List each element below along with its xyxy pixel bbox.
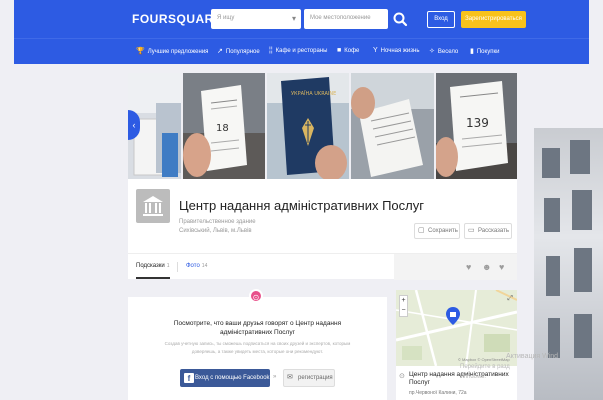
trending-icon: ↗ <box>217 48 223 55</box>
save-label: Сохранить <box>428 228 458 234</box>
search-icon <box>393 12 408 27</box>
venue-tabs: Подсказки 1 Фото 14 ♥ ☻ ♥ <box>128 253 517 280</box>
fork-knife-icon: ¦¦ <box>269 47 273 54</box>
nav-label: Популярное <box>225 49 260 55</box>
search-button[interactable] <box>390 9 410 29</box>
search-input[interactable]: Я ищу ▾ <box>211 9 301 29</box>
expand-map-icon[interactable]: ⤢ <box>507 295 513 303</box>
map-street: пр.Червоної Калини, 72а <box>409 390 467 396</box>
map-zoom-controls[interactable]: + − <box>399 295 408 317</box>
tab-divider <box>177 262 178 272</box>
fun-icon: ✧ <box>429 48 435 55</box>
tab-photos[interactable]: Фото 14 <box>186 263 207 269</box>
venue-category[interactable]: Правительственное здание <box>179 219 256 225</box>
venue-location[interactable]: Сихівський, Львів, м.Львів <box>179 228 252 234</box>
zoom-out-button[interactable]: − <box>400 306 407 316</box>
facebook-login-button[interactable]: f Вход с помощью Facebook <box>180 369 270 387</box>
nav-item-fun[interactable]: ✧ Весело <box>429 47 458 55</box>
friends-title: Посмотрите, что ваши друзья говорят о Це… <box>173 320 342 336</box>
or-separator: » <box>273 374 277 380</box>
friends-description: Создав учетную запись, ты сможешь подпис… <box>164 341 351 354</box>
mail-icon: ✉ <box>287 374 293 381</box>
star-icon: 🏆 <box>136 48 145 55</box>
nav-item-shopping[interactable]: ▮ Покупки <box>470 47 499 55</box>
facebook-icon: f <box>184 373 194 383</box>
nav-item-popular[interactable]: ↗ Популярное <box>217 47 260 55</box>
register-button[interactable]: ✉ регистрация <box>283 369 335 387</box>
top-bar: FOURSQUARE Я ищу ▾ Мое местоположение Вх… <box>14 0 589 38</box>
cocktail-icon: Y <box>373 47 378 54</box>
rating-actions: ♥ ☻ ♥ <box>394 254 517 280</box>
government-building-icon <box>136 189 170 223</box>
nav-item-coffee[interactable]: ■ Кофе <box>337 47 359 54</box>
pin-badge-icon: ⊙ <box>249 289 263 303</box>
watermark-line: Перейдите в разд <box>460 364 510 370</box>
nav-item-nightlife[interactable]: Y Ночная жизнь <box>373 47 419 54</box>
share-button[interactable]: ▭ Рассказать <box>464 223 512 239</box>
watermark-line: Windows. <box>460 374 487 380</box>
tab-active-indicator <box>136 277 170 279</box>
search-placeholder: Я ищу <box>217 15 235 21</box>
ticket-number: 139 <box>466 116 489 130</box>
photo-tile[interactable]: УКРАЇНА UKRAINE <box>267 73 349 179</box>
tab-photos-label: Фото <box>186 263 200 269</box>
login-button[interactable]: Вход <box>427 11 455 28</box>
watermark-line: Активация Wind <box>506 353 559 360</box>
photo-tile[interactable]: 18 <box>183 73 265 179</box>
foursquare-logo[interactable]: FOURSQUARE <box>132 12 222 26</box>
nav-label: Кафе и рестораны <box>275 48 328 54</box>
shopping-bag-icon: ▮ <box>470 48 474 55</box>
share-icon: ▭ <box>468 227 475 234</box>
save-button[interactable]: ▢ Сохранить <box>414 223 460 239</box>
nav-item-best[interactable]: 🏆 Лучшие предложения <box>136 47 208 55</box>
register-label: регистрация <box>298 375 333 381</box>
passport-caption: УКРАЇНА UKRAINE <box>291 90 336 97</box>
venue-title: Центр надання адміністративних Послуг <box>179 198 424 213</box>
coffee-icon: ■ <box>337 47 342 54</box>
meh-face-icon[interactable]: ☻ <box>482 262 491 272</box>
photo-gallery: 18 УКРАЇНА UKRAINE 139 <box>128 73 517 179</box>
tab-photos-count: 14 <box>201 263 208 269</box>
bookmark-icon: ▢ <box>418 227 425 234</box>
broken-heart-icon[interactable]: ♥ <box>499 262 504 272</box>
location-input[interactable]: Мое местоположение <box>304 9 388 29</box>
tab-tips-label: Подсказки <box>136 263 165 269</box>
chevron-left-icon: ‹ <box>132 120 136 130</box>
nav-label: Ночная жизнь <box>380 48 420 54</box>
location-icon: ⊙ <box>399 373 405 380</box>
share-label: Рассказать <box>478 228 509 234</box>
friends-signup-card: Посмотрите, что ваши друзья говорят о Це… <box>128 297 387 400</box>
facebook-label: Вход с помощью Facebook <box>195 375 270 381</box>
signup-button[interactable]: Зарегистрироваться <box>461 11 526 28</box>
nav-label: Кофе <box>344 48 360 54</box>
venue-header: Центр надання адміністративних Послуг Пр… <box>128 179 517 253</box>
map-card: + − ⤢ © Mapbox © OpenStreetMap ⊙ Центр на… <box>396 290 517 400</box>
heart-icon[interactable]: ♥ <box>466 262 471 272</box>
nav-label: Весело <box>437 49 459 55</box>
photo-tile[interactable] <box>351 73 434 179</box>
ticket-number: 18 <box>216 123 229 134</box>
nav-item-food[interactable]: ¦¦ Кафе и рестораны <box>269 47 327 54</box>
chevron-down-icon[interactable]: ▾ <box>292 14 296 23</box>
nav-label: Лучшие предложения <box>147 49 209 55</box>
tab-tips-count: 1 <box>166 263 170 269</box>
nav-label: Покупки <box>476 49 500 55</box>
windows-activation-watermark: Активация Wind Перейдите в разд Windows. <box>460 352 558 382</box>
photo-tile[interactable]: 139 <box>436 73 517 179</box>
map-pin-icon <box>446 307 460 325</box>
zoom-in-button[interactable]: + <box>400 296 407 306</box>
category-nav: 🏆 Лучшие предложения ↗ Популярное ¦¦ Кафе и… <box>14 38 589 64</box>
tab-tips[interactable]: Подсказки 1 <box>136 263 170 269</box>
location-placeholder: Мое местоположение <box>310 15 371 21</box>
